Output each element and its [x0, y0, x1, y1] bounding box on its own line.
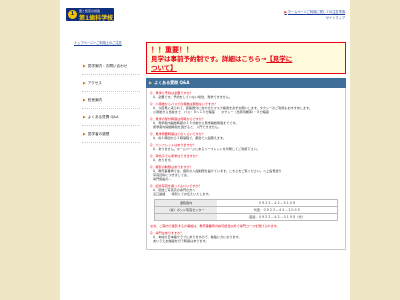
contact-row: （専）ポンド写真センター 代表：０９２３－４２－２０６５	[155, 207, 337, 214]
usage-notice-link[interactable]: ▶ホームページご利用に関しての注意事項	[284, 9, 345, 14]
faq-answer: 見学案内開始時間を過ぎると、入門できません。	[153, 125, 221, 129]
sidebar-item-label: 校舎案内	[87, 98, 103, 102]
logo-crest-icon: 1	[68, 10, 77, 19]
sidebar-nav: ▶ 見学案内・お問い合わせ ▶ アクセス ▶ 校舎案内 ▶ よくある質問 Q&A ▶ 見学…	[82, 58, 140, 143]
contact-phone: ０９２３－４２－５１０９	[258, 201, 296, 205]
faq-item: Q．小雨後からバスでの移動は問題ないですか？ A．今回見に来られて、建築部分に合わ…	[150, 102, 342, 114]
arrow-right-icon: ▶	[83, 132, 86, 136]
sidebar-item-label: よくある質問 Q&A	[87, 115, 119, 119]
notice-text-body: 見学は事前予約制です。詳細はこちら→	[151, 55, 267, 63]
faq-question: なお、ご案内で撮影するか開始は、教育事業所の許可担当以外で専門コースを受けられま…	[150, 224, 280, 228]
arrow-right-icon: ▶	[83, 64, 86, 68]
arrow-right-icon: ▶	[83, 81, 86, 85]
faq-answer: A．あります。	[153, 158, 174, 162]
notice-heading: ！！重要！！	[151, 46, 193, 54]
sidebar-item-impressions[interactable]: ▶ 見学者の感想	[82, 126, 140, 143]
sidebar-item-label: 見学者の感想	[87, 132, 110, 136]
arrow-right-icon: ▶	[83, 115, 86, 119]
contact-label: （専）ポンド写真センター	[155, 207, 217, 213]
arrow-right-icon: ▶	[149, 80, 153, 85]
faq-heading: ▶ よくある質問 Q&A	[146, 78, 346, 88]
site-logo[interactable]: 1 愛と知恵の創造 第1歯科学校 ホーム	[66, 8, 114, 22]
tour-info-link-continued[interactable]: ついて】	[151, 64, 341, 73]
sidebar-item-access[interactable]: ▶ アクセス	[82, 75, 140, 92]
faq-heading-label: よくある質問 Q&A	[154, 80, 190, 85]
usage-notice-link-label: ホームページご利用に関しての注意事項	[287, 10, 345, 14]
sitemap-link[interactable]: サイトマップ	[284, 15, 345, 20]
sidebar-item-faq[interactable]: ▶ よくある質問 Q&A	[82, 109, 140, 126]
contact-row: 通院案内 ０９２３－４２－５１０９	[155, 200, 337, 207]
contact-row: 夜間：０９２３－４２－０１９８（代）	[155, 214, 337, 220]
header-links: ▶ホームページご利用に関しての注意事項 サイトマップ	[284, 9, 345, 20]
faq-item: Q．見学所要時間はどのくらいですか？ A．約１時間から２時間程で、都合で入館願えま…	[150, 132, 342, 140]
contact-phone: 代表：０９２３－４２－２０６５	[253, 208, 301, 212]
faq-answer: A．ありません。ホームページにあるリーフレットを印刷してご利用下さい。	[153, 147, 260, 151]
contact-table: 通院案内 ０９２３－４２－５１０９ （専）ポンド写真センター 代表：０９２３－４…	[154, 199, 338, 221]
main-content: ！！重要！！ 見学は事前予約制です。詳細はこちら→【見学に ついて】 ▶ よくある…	[146, 42, 346, 250]
logo-tail: ホーム	[104, 15, 113, 19]
faq-item: Q．撮影の制限はありますか？ A．教育事業柄では、撮影の入館制限を設けています。こ…	[150, 165, 342, 181]
sidebar-item-campus[interactable]: ▶ 校舎案内	[82, 92, 140, 109]
faq-item: Q．パンフレットはありますか？ A．ありません。ホームページにあるリーフレットを印…	[150, 143, 342, 151]
faq-item: なお、ご案内で撮影するか開始は、教育事業所の許可担当以外で専門コースを受けられま…	[150, 224, 342, 228]
contact-phone: 夜間：０９２３－４２－０１９８（代）	[249, 215, 305, 219]
arrow-right-icon: ▶	[83, 98, 86, 102]
faq-item: Q．車椅子でも見学はできますか？ A．あります。	[150, 154, 342, 162]
faq-answer: あいうえお勉強を行う時間はあります。	[153, 239, 209, 243]
faq-list: Q．見学に予約は必要ですか？ A．必要です。予約をしていない場合、見学できません。…	[146, 88, 346, 250]
faq-answer: A．約１時間から２時間程で、都合で入館願えます。	[153, 136, 226, 140]
contact-label: 通院案内	[155, 200, 217, 206]
sidebar-item-contact[interactable]: ▶ 見学案内・お問い合わせ	[82, 58, 140, 75]
contact-label	[155, 214, 217, 220]
faq-answer: 窓口連絡 特別にてお伝えいたします。	[153, 192, 212, 196]
faq-item: Q．記念写真を撮ってもいいですか？ A．別途ご写真高の専門の方へ 窓口連絡 特別にて…	[150, 184, 342, 196]
sidebar-item-label: アクセス	[87, 81, 102, 85]
faq-item: Q．見学の受付時間は何時からですか？ A．見学案内開始時間の１５分前から見学開始時…	[150, 117, 342, 129]
faq-item: Q．見学に予約は必要ですか？ A．必要です。予約をしていない場合、見学できません。	[150, 91, 342, 99]
site-header: 1 愛と知恵の創造 第1歯科学校 ホーム ▶ホームページご利用に関しての注意事項…	[60, 5, 350, 25]
faq-answer: 専門施設の…	[153, 177, 172, 181]
breadcrumb[interactable]: トップページ＞ご利用上のご注意	[74, 40, 122, 45]
bullet-icon: ▶	[284, 10, 287, 14]
sidebar-item-label: 見学案内・お問い合わせ	[87, 64, 128, 68]
important-notice: ！！重要！！ 見学は事前予約制です。詳細はこちら→【見学に ついて】	[146, 42, 346, 74]
faq-answer: A．必要です。予約をしていない場合、見学できません。	[153, 95, 232, 99]
tour-info-link[interactable]: 【見学に	[266, 55, 292, 63]
faq-answer: 小雨後から当校まで バス・８～１０分程度 タクシー（当家待機車）・８分程度	[153, 110, 270, 114]
faq-item: Q．専門はありますか？ A．本校の日本語クラブにありますので、勉強に力になります。…	[150, 231, 342, 243]
notice-text: 見学は事前予約制です。詳細はこちら→【見学に	[151, 55, 341, 64]
page: 1 愛と知恵の創造 第1歯科学校 ホーム ▶ホームページご利用に関しての注意事項…	[0, 0, 400, 300]
